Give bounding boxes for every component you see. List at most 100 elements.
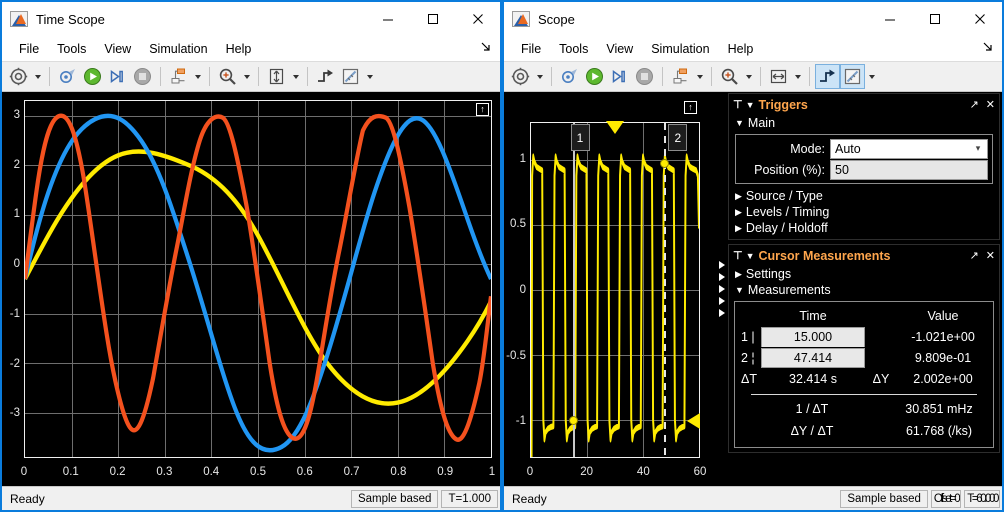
close-icon[interactable]: ✕ (986, 98, 995, 111)
step-forward-icon[interactable] (607, 64, 632, 89)
panel-splitter-grip[interactable] (719, 261, 725, 317)
cursor-section-settings[interactable]: ▶ Settings (729, 266, 999, 282)
run-icon[interactable] (582, 64, 607, 89)
x-tick-label: 1 (488, 466, 496, 478)
cursor-2-line[interactable] (663, 123, 666, 457)
autoscale-x-caret-icon[interactable] (791, 74, 804, 79)
chevron-down-icon[interactable]: ▼ (746, 100, 755, 110)
menu-simulation[interactable]: Simulation (642, 40, 718, 58)
cursor-2-time-input[interactable]: 47.414 (761, 347, 865, 368)
triggers-panel-header[interactable]: ⊤ ▼ Triggers ↗ ✕ (729, 94, 999, 115)
scope-title: Scope (538, 11, 575, 27)
chevron-right-icon: ▶ (735, 190, 742, 201)
stop-icon[interactable] (130, 64, 155, 89)
chevron-down-icon[interactable]: ▼ (746, 251, 755, 261)
maximize-axes-icon[interactable]: ↑ (476, 103, 489, 116)
menu-file[interactable]: File (512, 40, 550, 58)
pin-icon[interactable]: ⊤ (733, 98, 743, 111)
close-icon[interactable] (455, 2, 500, 36)
scope-plot-area[interactable]: ↑ 1 2 1 0.5 0 -0.5 -1 0 20 40 60 ⊤ ▼ Tri… (504, 92, 1002, 486)
update-diagram-icon[interactable] (557, 64, 582, 89)
cursor-measurements-icon[interactable] (338, 64, 363, 89)
menu-view[interactable]: View (95, 40, 140, 58)
signal-selection-caret-icon[interactable] (191, 74, 204, 79)
cursor-section-measurements[interactable]: ▼ Measurements (729, 282, 999, 298)
cursor-2-label[interactable]: 2 (668, 124, 688, 151)
maximize-icon[interactable] (410, 2, 455, 36)
cursor-1-label[interactable]: 1 (570, 124, 590, 151)
zoom-in-icon[interactable] (717, 64, 742, 89)
x-tick-label: 0 (526, 466, 534, 478)
signal-selection-icon[interactable] (166, 64, 191, 89)
minimize-icon[interactable] (365, 2, 410, 36)
inverse-delta-t-label: 1 / ΔT (795, 402, 829, 416)
run-icon[interactable] (80, 64, 105, 89)
time-scope-canvas[interactable]: ↑ 3 2 1 0 -1 -2 -3 0 0.1 0.2 0.3 0.4 0.5… (2, 92, 500, 486)
y-tick-label: -2 (9, 357, 20, 370)
cursor-measurements-caret-icon[interactable] (363, 74, 376, 79)
triggers-section-main-label: Main (747, 116, 776, 130)
menu-help[interactable]: Help (217, 40, 261, 58)
menu-simulation[interactable]: Simulation (140, 40, 216, 58)
cursor-measurements-icon[interactable] (840, 64, 865, 89)
autoscale-y-caret-icon[interactable] (289, 74, 302, 79)
configuration-properties-icon[interactable] (508, 64, 533, 89)
step-forward-icon[interactable] (105, 64, 130, 89)
cursor-measurements-panel-header[interactable]: ⊤ ▼ Cursor Measurements ↗ ✕ (729, 245, 999, 266)
triggers-section-delay-holdoff-label: Delay / Holdoff (745, 221, 828, 235)
trigger-icon[interactable] (313, 64, 338, 89)
signal-selection-caret-icon[interactable] (693, 74, 706, 79)
signal-selection-icon[interactable] (668, 64, 693, 89)
menu-help[interactable]: Help (719, 40, 763, 58)
cursor-1-time-input[interactable]: 15.000 (761, 326, 865, 347)
cursor-measurements-panel-title: Cursor Measurements (758, 248, 891, 263)
configuration-properties-icon[interactable] (6, 64, 31, 89)
scope-toolbar (504, 61, 1002, 92)
triggers-section-main[interactable]: ▼ Main (729, 115, 999, 131)
y-tick-label: 1 (13, 208, 20, 221)
trigger-level-marker-icon[interactable] (687, 413, 700, 430)
table-row: 2 ¦ 47.414 9.809e-01 (737, 347, 991, 368)
delta-y-label: ΔY (872, 371, 890, 386)
triggers-section-delay-holdoff[interactable]: ▶ Delay / Holdoff (729, 220, 999, 239)
time-scope-plot-area[interactable]: ↑ 3 2 1 0 -1 -2 -3 0 0.1 0.2 0.3 0.4 0.5… (2, 92, 500, 486)
menu-file[interactable]: File (10, 40, 48, 58)
trigger-position-input[interactable]: 50 (830, 159, 988, 180)
trigger-icon[interactable] (815, 64, 840, 89)
pin-icon[interactable]: ⊤ (733, 249, 743, 262)
menu-tools[interactable]: Tools (550, 40, 597, 58)
triggers-section-levels-timing[interactable]: ▶ Levels / Timing (729, 204, 999, 220)
stop-icon[interactable] (632, 64, 657, 89)
close-icon[interactable] (957, 2, 1002, 36)
configuration-properties-caret-icon[interactable] (31, 74, 44, 79)
chevron-down-icon[interactable]: ▾ (969, 143, 987, 154)
undock-icon[interactable]: ↗ (970, 98, 979, 111)
x-tick-label: 20 (580, 466, 594, 478)
x-tick-label: 0.2 (109, 466, 126, 478)
cursor-measurements-caret-icon[interactable] (865, 74, 878, 79)
cursor-1-line[interactable] (573, 123, 575, 457)
menu-view[interactable]: View (597, 40, 642, 58)
maximize-axes-icon[interactable]: ↑ (684, 101, 697, 114)
autoscale-y-icon[interactable] (264, 64, 289, 89)
scope-canvas[interactable]: ↑ 1 2 1 0.5 0 -0.5 -1 0 20 40 60 (504, 92, 726, 486)
trigger-position-marker-icon[interactable] (606, 121, 624, 134)
close-icon[interactable]: ✕ (986, 249, 995, 262)
update-diagram-icon[interactable] (55, 64, 80, 89)
overflow-arrow-icon[interactable] (983, 41, 994, 55)
trigger-mode-dropdown[interactable]: Auto ▾ (830, 138, 988, 159)
zoom-in-caret-icon[interactable] (240, 74, 253, 79)
maximize-icon[interactable] (912, 2, 957, 36)
zoom-in-icon[interactable] (215, 64, 240, 89)
autoscale-x-icon[interactable] (766, 64, 791, 89)
triggers-section-source-type[interactable]: ▶ Source / Type (729, 188, 999, 204)
menu-tools[interactable]: Tools (48, 40, 95, 58)
configuration-properties-caret-icon[interactable] (533, 74, 546, 79)
overflow-arrow-icon[interactable] (481, 41, 492, 55)
zoom-in-caret-icon[interactable] (742, 74, 755, 79)
application-root: Time Scope File Tools View Simulation He… (0, 0, 1004, 512)
status-cells: Sample based Offset=0 T=60.000 (837, 489, 1000, 508)
minimize-icon[interactable] (867, 2, 912, 36)
time-scope-axes: ↑ (24, 100, 492, 458)
undock-icon[interactable]: ↗ (970, 249, 979, 262)
